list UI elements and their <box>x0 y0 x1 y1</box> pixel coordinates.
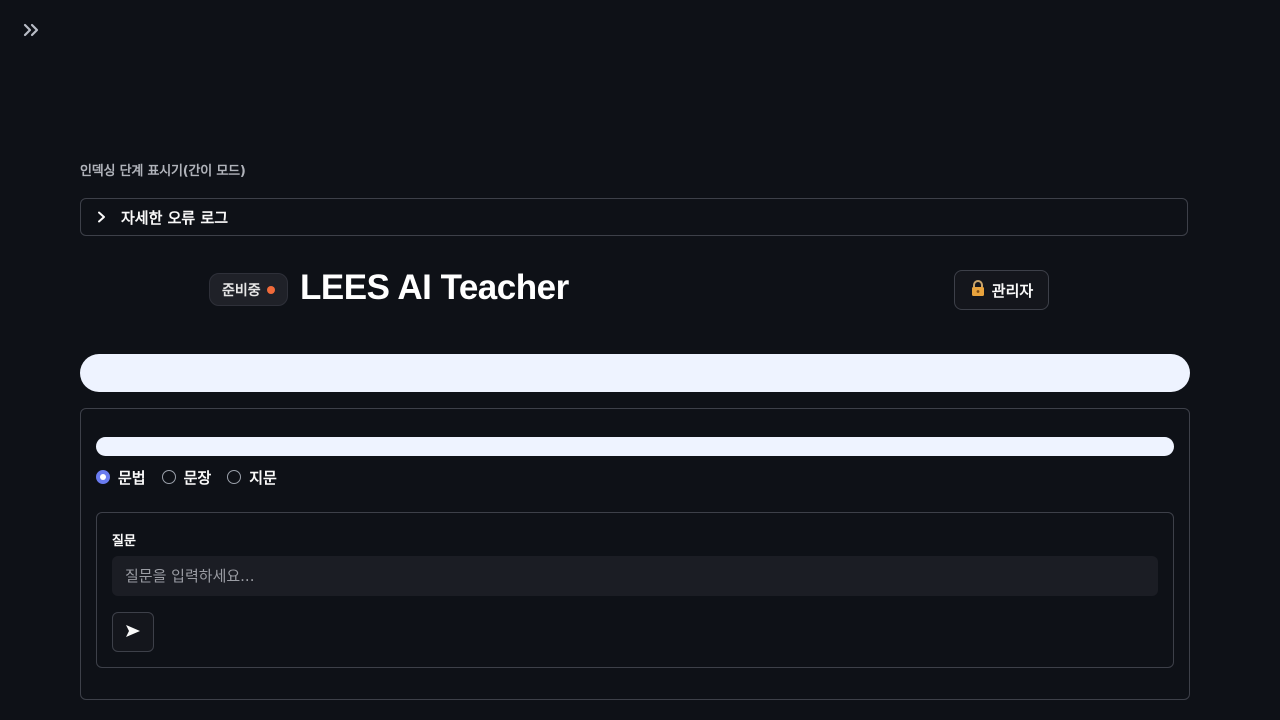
send-icon <box>125 623 141 642</box>
radio-grammar[interactable]: 문법 <box>96 467 146 488</box>
send-button[interactable] <box>112 612 154 652</box>
status-badge-label: 준비중 <box>222 282 261 299</box>
app-page: 인덱싱 단계 표시기(간이 모드) 자세한 오류 로그 준비중 LEES AI … <box>0 0 1280 720</box>
lock-icon <box>970 279 986 301</box>
admin-button[interactable]: 관리자 <box>954 270 1049 310</box>
chevron-right-icon <box>97 211 109 223</box>
question-label: 질문 <box>112 534 136 549</box>
sidebar-expand-icon[interactable] <box>20 18 44 42</box>
radio-label: 지문 <box>249 468 277 487</box>
status-badge: 준비중 <box>209 273 288 306</box>
radio-label: 문법 <box>118 468 146 487</box>
indexing-stage-label: 인덱싱 단계 표시기(간이 모드) <box>80 164 246 179</box>
question-form: 질문 <box>96 512 1174 668</box>
radio-sentence[interactable]: 문장 <box>161 467 212 488</box>
status-dot <box>266 285 275 294</box>
radio-label: 문장 <box>183 468 212 487</box>
expander-title: 자세한 오류 로그 <box>121 208 229 227</box>
radio-circle <box>227 470 242 484</box>
mode-radio-group: 문법 문장 지문 <box>96 466 293 488</box>
radio-circle <box>161 470 176 484</box>
question-input[interactable] <box>112 556 1158 596</box>
top-progress-bar <box>80 354 1190 392</box>
question-card: 문법 문장 지문 질문 <box>80 408 1190 700</box>
admin-button-label: 관리자 <box>991 281 1034 300</box>
error-log-expander[interactable]: 자세한 오류 로그 <box>80 198 1188 236</box>
radio-circle-selected <box>96 470 110 484</box>
page-title: LEES AI Teacher <box>300 268 569 307</box>
radio-passage[interactable]: 지문 <box>227 467 277 488</box>
mode-progress-bar <box>96 437 1174 456</box>
